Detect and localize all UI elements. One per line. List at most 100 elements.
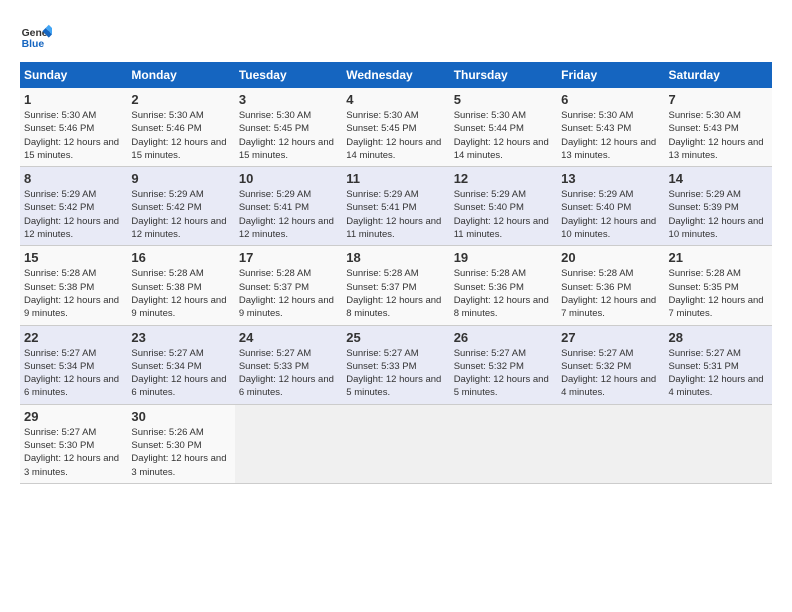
day-info: Sunrise: 5:29 AM Sunset: 5:40 PM Dayligh… [454,188,553,241]
calendar-cell: 4 Sunrise: 5:30 AM Sunset: 5:45 PM Dayli… [342,88,449,167]
day-info: Sunrise: 5:29 AM Sunset: 5:42 PM Dayligh… [131,188,230,241]
calendar-week-row-2: 8 Sunrise: 5:29 AM Sunset: 5:42 PM Dayli… [20,167,772,246]
day-info: Sunrise: 5:28 AM Sunset: 5:35 PM Dayligh… [669,267,768,320]
calendar-cell: 20 Sunrise: 5:28 AM Sunset: 5:36 PM Dayl… [557,246,664,325]
calendar-cell: 12 Sunrise: 5:29 AM Sunset: 5:40 PM Dayl… [450,167,557,246]
day-info: Sunrise: 5:29 AM Sunset: 5:39 PM Dayligh… [669,188,768,241]
day-info: Sunrise: 5:30 AM Sunset: 5:45 PM Dayligh… [346,109,445,162]
calendar-cell [235,404,342,483]
day-number: 16 [131,250,230,265]
day-number: 13 [561,171,660,186]
day-number: 4 [346,92,445,107]
day-number: 18 [346,250,445,265]
day-number: 7 [669,92,768,107]
day-info: Sunrise: 5:30 AM Sunset: 5:43 PM Dayligh… [561,109,660,162]
day-info: Sunrise: 5:26 AM Sunset: 5:30 PM Dayligh… [131,426,230,479]
day-number: 30 [131,409,230,424]
weekday-header-sunday: Sunday [20,62,127,88]
calendar-cell: 7 Sunrise: 5:30 AM Sunset: 5:43 PM Dayli… [665,88,772,167]
calendar-week-row-5: 29 Sunrise: 5:27 AM Sunset: 5:30 PM Dayl… [20,404,772,483]
day-info: Sunrise: 5:27 AM Sunset: 5:31 PM Dayligh… [669,347,768,400]
logo-icon: General Blue [20,20,52,52]
day-number: 5 [454,92,553,107]
day-number: 15 [24,250,123,265]
weekday-header-wednesday: Wednesday [342,62,449,88]
calendar-cell: 30 Sunrise: 5:26 AM Sunset: 5:30 PM Dayl… [127,404,234,483]
day-info: Sunrise: 5:30 AM Sunset: 5:43 PM Dayligh… [669,109,768,162]
calendar-cell: 1 Sunrise: 5:30 AM Sunset: 5:46 PM Dayli… [20,88,127,167]
calendar-cell: 16 Sunrise: 5:28 AM Sunset: 5:38 PM Dayl… [127,246,234,325]
day-info: Sunrise: 5:29 AM Sunset: 5:42 PM Dayligh… [24,188,123,241]
day-number: 23 [131,330,230,345]
calendar-cell: 13 Sunrise: 5:29 AM Sunset: 5:40 PM Dayl… [557,167,664,246]
day-info: Sunrise: 5:30 AM Sunset: 5:46 PM Dayligh… [131,109,230,162]
calendar-week-row-4: 22 Sunrise: 5:27 AM Sunset: 5:34 PM Dayl… [20,325,772,404]
weekday-header-monday: Monday [127,62,234,88]
calendar-cell: 27 Sunrise: 5:27 AM Sunset: 5:32 PM Dayl… [557,325,664,404]
calendar-cell: 14 Sunrise: 5:29 AM Sunset: 5:39 PM Dayl… [665,167,772,246]
calendar-cell: 24 Sunrise: 5:27 AM Sunset: 5:33 PM Dayl… [235,325,342,404]
day-number: 12 [454,171,553,186]
day-info: Sunrise: 5:27 AM Sunset: 5:30 PM Dayligh… [24,426,123,479]
calendar-cell: 29 Sunrise: 5:27 AM Sunset: 5:30 PM Dayl… [20,404,127,483]
day-number: 9 [131,171,230,186]
calendar-cell: 21 Sunrise: 5:28 AM Sunset: 5:35 PM Dayl… [665,246,772,325]
weekday-header-thursday: Thursday [450,62,557,88]
day-info: Sunrise: 5:30 AM Sunset: 5:45 PM Dayligh… [239,109,338,162]
day-number: 17 [239,250,338,265]
calendar-cell: 9 Sunrise: 5:29 AM Sunset: 5:42 PM Dayli… [127,167,234,246]
day-info: Sunrise: 5:27 AM Sunset: 5:32 PM Dayligh… [561,347,660,400]
page-header: General Blue [20,20,772,52]
day-info: Sunrise: 5:28 AM Sunset: 5:36 PM Dayligh… [561,267,660,320]
svg-text:Blue: Blue [22,39,45,50]
day-info: Sunrise: 5:29 AM Sunset: 5:40 PM Dayligh… [561,188,660,241]
calendar-cell [665,404,772,483]
day-info: Sunrise: 5:29 AM Sunset: 5:41 PM Dayligh… [346,188,445,241]
calendar-cell: 23 Sunrise: 5:27 AM Sunset: 5:34 PM Dayl… [127,325,234,404]
weekday-header-tuesday: Tuesday [235,62,342,88]
day-info: Sunrise: 5:27 AM Sunset: 5:33 PM Dayligh… [239,347,338,400]
weekday-header-saturday: Saturday [665,62,772,88]
day-number: 21 [669,250,768,265]
calendar-table: SundayMondayTuesdayWednesdayThursdayFrid… [20,62,772,484]
day-number: 25 [346,330,445,345]
day-info: Sunrise: 5:27 AM Sunset: 5:33 PM Dayligh… [346,347,445,400]
day-number: 20 [561,250,660,265]
day-info: Sunrise: 5:28 AM Sunset: 5:38 PM Dayligh… [131,267,230,320]
day-number: 1 [24,92,123,107]
day-info: Sunrise: 5:30 AM Sunset: 5:44 PM Dayligh… [454,109,553,162]
day-info: Sunrise: 5:28 AM Sunset: 5:36 PM Dayligh… [454,267,553,320]
calendar-cell: 22 Sunrise: 5:27 AM Sunset: 5:34 PM Dayl… [20,325,127,404]
day-number: 27 [561,330,660,345]
calendar-week-row-3: 15 Sunrise: 5:28 AM Sunset: 5:38 PM Dayl… [20,246,772,325]
day-number: 3 [239,92,338,107]
calendar-cell: 2 Sunrise: 5:30 AM Sunset: 5:46 PM Dayli… [127,88,234,167]
day-number: 28 [669,330,768,345]
day-info: Sunrise: 5:28 AM Sunset: 5:37 PM Dayligh… [239,267,338,320]
calendar-cell: 8 Sunrise: 5:29 AM Sunset: 5:42 PM Dayli… [20,167,127,246]
day-info: Sunrise: 5:29 AM Sunset: 5:41 PM Dayligh… [239,188,338,241]
weekday-header-friday: Friday [557,62,664,88]
day-info: Sunrise: 5:27 AM Sunset: 5:32 PM Dayligh… [454,347,553,400]
day-info: Sunrise: 5:28 AM Sunset: 5:38 PM Dayligh… [24,267,123,320]
calendar-cell: 11 Sunrise: 5:29 AM Sunset: 5:41 PM Dayl… [342,167,449,246]
day-number: 26 [454,330,553,345]
calendar-cell: 6 Sunrise: 5:30 AM Sunset: 5:43 PM Dayli… [557,88,664,167]
day-number: 11 [346,171,445,186]
day-info: Sunrise: 5:30 AM Sunset: 5:46 PM Dayligh… [24,109,123,162]
calendar-cell: 28 Sunrise: 5:27 AM Sunset: 5:31 PM Dayl… [665,325,772,404]
calendar-cell: 3 Sunrise: 5:30 AM Sunset: 5:45 PM Dayli… [235,88,342,167]
calendar-body: 1 Sunrise: 5:30 AM Sunset: 5:46 PM Dayli… [20,88,772,483]
calendar-cell: 15 Sunrise: 5:28 AM Sunset: 5:38 PM Dayl… [20,246,127,325]
calendar-header: SundayMondayTuesdayWednesdayThursdayFrid… [20,62,772,88]
day-number: 2 [131,92,230,107]
day-number: 22 [24,330,123,345]
calendar-week-row-1: 1 Sunrise: 5:30 AM Sunset: 5:46 PM Dayli… [20,88,772,167]
calendar-cell: 26 Sunrise: 5:27 AM Sunset: 5:32 PM Dayl… [450,325,557,404]
calendar-cell [450,404,557,483]
day-number: 29 [24,409,123,424]
calendar-cell [557,404,664,483]
calendar-cell: 5 Sunrise: 5:30 AM Sunset: 5:44 PM Dayli… [450,88,557,167]
day-info: Sunrise: 5:28 AM Sunset: 5:37 PM Dayligh… [346,267,445,320]
logo: General Blue [20,20,52,52]
